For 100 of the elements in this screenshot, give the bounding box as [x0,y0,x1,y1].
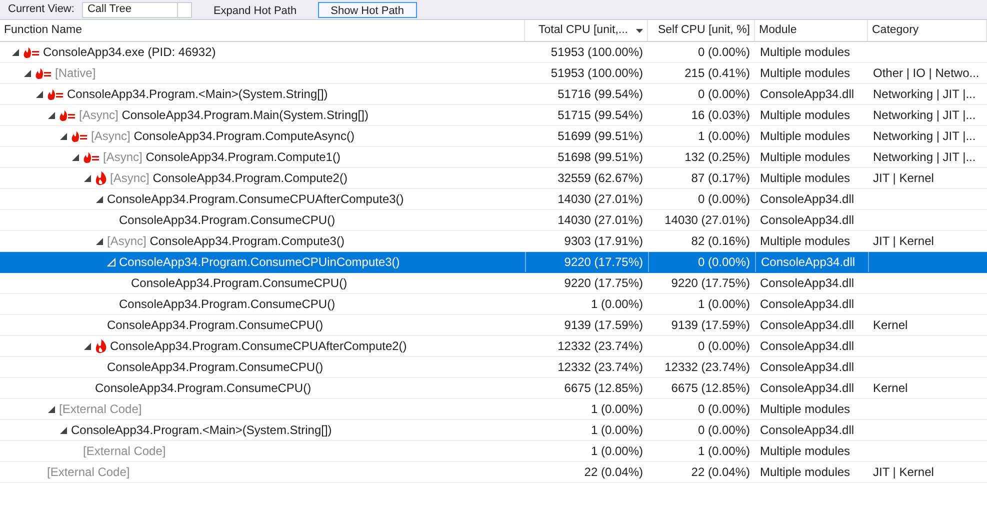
table-row[interactable]: [Native] 51953 (100.00%) 215 (0.41%) Multiple modules Other | IO | Netwo... [0,63,987,84]
table-row[interactable]: ConsoleApp34.Program.<Main>(System.String[]) 1 (0.00%) 0 (0.00%) ConsoleApp34.dll [0,420,987,441]
view-label: Current View: [8,2,74,18]
category-cell-text: JIT | Kernel [873,464,934,481]
self-cpu-cell-text: 0 (0.00%) [698,338,750,355]
total-cpu-cell-text: 12332 (23.74%) [558,359,643,376]
table-row[interactable]: ConsoleApp34.exe (PID: 46932) 51953 (100.00%) 0 (0.00%) Multiple modules [0,42,987,63]
category-cell-text: JIT | Kernel [873,233,934,250]
total-cpu-cell-text: 32559 (62.67%) [558,170,643,187]
function-name: [Async] ConsoleApp34.Program.Compute3() [107,233,344,250]
expand-toggle[interactable] [11,48,20,56]
function-name: ConsoleApp34.Program.ConsumeCPUAfterCompute2() [110,338,407,355]
category-cell-text: JIT | Kernel [873,170,934,187]
expand-toggle[interactable] [35,90,44,98]
function-name: ConsoleApp34.Program.<Main>(System.String[]) [71,422,332,439]
table-row[interactable]: [External Code] 1 (0.00%) 1 (0.00%) Multiple modules [0,441,987,462]
self-cpu-cell-text: 16 (0.03%) [691,107,750,124]
module-cell-text: ConsoleApp34.dll [760,359,854,376]
table-row[interactable]: [External Code] 22 (0.04%) 22 (0.04%) Multiple modules JIT | Kernel [0,462,987,483]
view-dropdown[interactable]: Call Tree [82,2,192,18]
self-cpu-cell-text: 9139 (17.59%) [671,317,750,334]
total-cpu-cell-text: 51698 (99.51%) [558,149,643,166]
toolbar-button[interactable]: Show Hot Path [318,2,417,18]
module-cell-text: ConsoleApp34.dll [760,380,854,397]
category-cell-text: Networking | JIT |... [873,107,976,124]
table-row[interactable]: [External Code] 1 (0.00%) 0 (0.00%) Multiple modules [0,399,987,420]
column-header[interactable]: Function Name [0,20,525,41]
total-cpu-cell-text: 51953 (100.00%) [550,44,643,61]
function-name: [Async] ConsoleApp34.Program.Compute2() [110,170,348,187]
table-row[interactable]: [Async] ConsoleApp34.Program.Main(System.String[]) 51715 (99.54%) 16 (0.03%) Multiple modules Networking | JIT |... [0,105,987,126]
self-cpu-cell-text: 6675 (12.85%) [671,380,750,397]
function-name: ConsoleApp34.Program.ConsumeCPU() [95,380,312,397]
self-cpu-cell-text: 14030 (27.01%) [664,212,750,229]
table-row[interactable]: ConsoleApp34.Program.ConsumeCPU() 12332 (23.74%) 12332 (23.74%) ConsoleApp34.dll [0,357,987,378]
table-row[interactable]: ConsoleApp34.Program.ConsumeCPU() 14030 (27.01%) 14030 (27.01%) ConsoleApp34.dll [0,210,987,231]
flame-icon [95,171,107,185]
category-cell-text: Other | IO | Netwo... [873,65,980,82]
total-cpu-cell-text: 1 (0.00%) [590,401,643,418]
expand-toggle[interactable] [59,426,68,434]
module-cell-text: ConsoleApp34.dll [760,212,854,229]
total-cpu-cell-text: 1 (0.00%) [590,443,643,460]
table-row[interactable]: [Async] ConsoleApp34.Program.Compute1() 51698 (99.51%) 132 (0.25%) Multiple modules Networking | JIT |... [0,147,987,168]
total-cpu-cell-text: 6675 (12.85%) [564,380,643,397]
total-cpu-cell-text: 12332 (23.74%) [558,338,643,355]
total-cpu-cell-text: 9220 (17.75%) [564,254,643,271]
self-cpu-cell-text: 0 (0.00%) [698,191,750,208]
column-header[interactable]: Total CPU [unit,... [525,20,648,41]
table-row[interactable]: ConsoleApp34.Program.<Main>(System.String[]) 51716 (99.54%) 0 (0.00%) ConsoleApp34.dll Networking | JIT |... [0,84,987,105]
module-cell-text: Multiple modules [760,65,850,82]
expand-toggle[interactable] [83,342,92,350]
hot-path-icon [47,88,64,100]
expand-toggle[interactable] [47,404,56,414]
expand-toggle[interactable] [95,236,104,246]
expand-toggle[interactable] [83,174,92,182]
module-cell-text: Multiple modules [760,149,850,166]
table-row[interactable]: ConsoleApp34.Program.ConsumeCPUAfterCompute3() 14030 (27.01%) 0 (0.00%) ConsoleApp34.dll [0,189,987,210]
expand-toggle[interactable] [47,110,56,120]
table-row[interactable]: ConsoleApp34.Program.ConsumeCPU() 9139 (17.59%) 9139 (17.59%) ConsoleApp34.dll Kernel [0,315,987,336]
total-cpu-cell-text: 51716 (99.54%) [558,86,643,103]
function-name: ConsoleApp34.Program.ConsumeCPU() [131,275,348,292]
column-header[interactable]: Self CPU [unit, %] [648,20,755,41]
self-cpu-cell-text: 0 (0.00%) [698,401,750,418]
self-cpu-cell-text: 1 (0.00%) [698,128,750,145]
hot-path-icon [59,110,76,120]
self-cpu-cell-text: 215 (0.41%) [684,65,750,82]
total-cpu-cell-text: 9220 (17.75%) [564,275,643,292]
total-cpu-cell-text: 14030 (27.01%) [558,191,643,208]
expand-toggle[interactable] [59,132,68,140]
toolbar-button[interactable]: Expand Hot Path [200,2,310,18]
function-name: [Native] [55,65,96,82]
self-cpu-cell-text: 1 (0.00%) [698,443,750,460]
function-name: ConsoleApp34.Program.ConsumeCPU() [107,317,324,334]
function-name: [Async] ConsoleApp34.Program.ComputeAsync() [91,128,354,145]
total-cpu-cell-text: 1 (0.00%) [590,422,643,439]
column-header[interactable]: Module [755,20,868,41]
self-cpu-cell-text: 1 (0.00%) [698,296,750,313]
total-cpu-cell-text: 1 (0.00%) [590,296,643,313]
hot-path-icon [83,152,100,162]
flame-icon [95,339,107,353]
column-header[interactable]: Category [868,20,987,41]
table-row[interactable]: ConsoleApp34.Program.ConsumeCPUAfterCompute2() 12332 (23.74%) 0 (0.00%) ConsoleApp34.dll [0,336,987,357]
module-cell-text: ConsoleApp34.dll [760,296,854,313]
expand-toggle[interactable] [71,152,80,162]
function-name: [Async] ConsoleApp34.Program.Main(System.String[]) [79,107,368,124]
total-cpu-cell-text: 51953 (100.00%) [550,65,643,82]
module-cell-text: ConsoleApp34.dll [760,422,854,439]
expand-toggle[interactable] [23,68,32,78]
table-row[interactable]: ConsoleApp34.Program.ConsumeCPU() 6675 (12.85%) 6675 (12.85%) ConsoleApp34.dll Kernel [0,378,987,399]
table-row[interactable]: [Async] ConsoleApp34.Program.Compute2() 32559 (62.67%) 87 (0.17%) Multiple modules JIT | Kernel [0,168,987,189]
table-row[interactable]: ConsoleApp34.Program.ConsumeCPU() 9220 (17.75%) 9220 (17.75%) ConsoleApp34.dll [0,273,987,294]
table-row[interactable]: [Async] ConsoleApp34.Program.ComputeAsync() 51699 (99.51%) 1 (0.00%) Multiple modules Networking | JIT |... [0,126,987,147]
table-row[interactable]: ConsoleApp34.Program.ConsumeCPUinCompute3() 9220 (17.75%) 0 (0.00%) ConsoleApp34.dll [0,252,987,273]
expand-toggle[interactable] [95,194,104,204]
function-name: ConsoleApp34.Program.<Main>(System.String[]) [67,86,328,103]
total-cpu-cell-text: 9303 (17.91%) [564,233,643,250]
table-row[interactable]: ConsoleApp34.Program.ConsumeCPU() 1 (0.00%) 1 (0.00%) ConsoleApp34.dll [0,294,987,315]
module-cell-text: Multiple modules [760,107,850,124]
function-name: ConsoleApp34.Program.ConsumeCPU() [119,212,336,229]
function-name: ConsoleApp34.Program.ConsumeCPUinCompute3() [119,254,400,271]
expand-toggle[interactable] [107,258,116,266]
